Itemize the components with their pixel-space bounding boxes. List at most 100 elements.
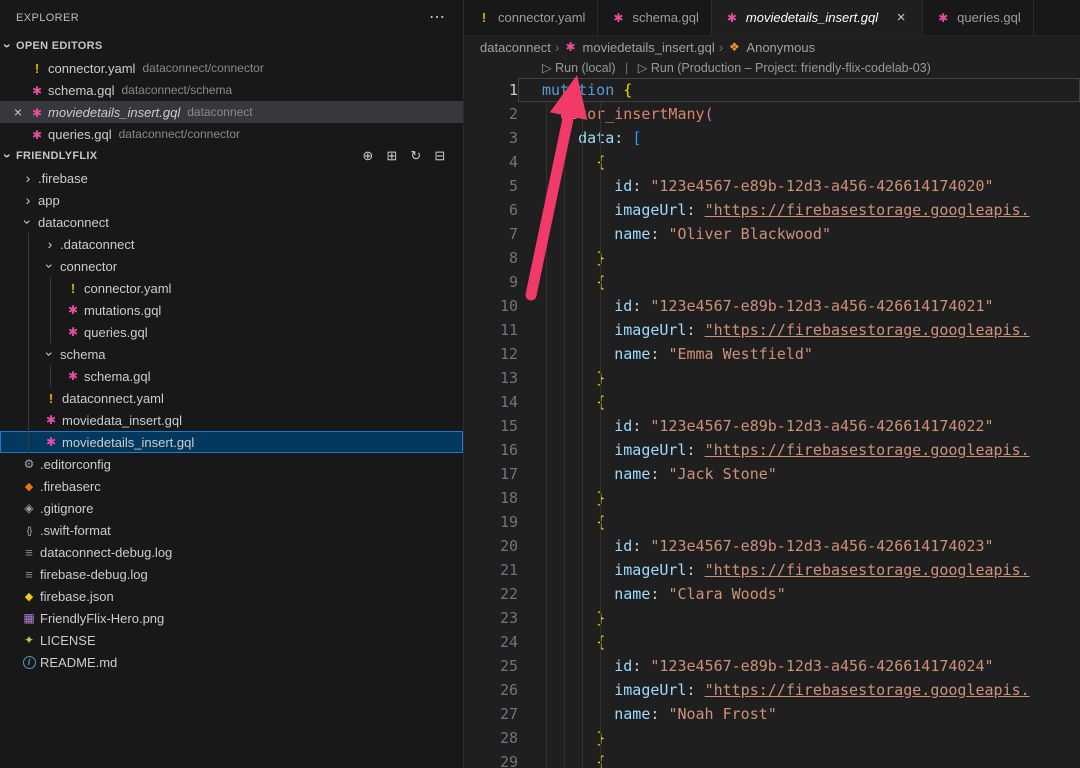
refresh-icon[interactable]: ↻ bbox=[407, 147, 425, 165]
code-line[interactable]: 14 { bbox=[464, 390, 1080, 414]
gql-icon bbox=[64, 303, 82, 317]
code-text: { bbox=[518, 630, 1080, 654]
code-line[interactable]: 5 id: "123e4567-e89b-12d3-a456-426614174… bbox=[464, 174, 1080, 198]
open-editor-item[interactable]: queries.gqldataconnect/connector bbox=[0, 123, 463, 145]
code-line[interactable]: 8 } bbox=[464, 246, 1080, 270]
code-line[interactable]: 7 name: "Oliver Blackwood" bbox=[464, 222, 1080, 246]
code-line[interactable]: 23 } bbox=[464, 606, 1080, 630]
breadcrumb-item[interactable]: moviedetails_insert.gql bbox=[564, 40, 715, 55]
line-number: 28 bbox=[464, 726, 518, 750]
chevron-down-icon bbox=[42, 346, 58, 362]
codelens-separator: | bbox=[625, 61, 628, 75]
new-folder-icon[interactable]: ⊞ bbox=[383, 147, 401, 165]
tree-item-schema[interactable]: schema bbox=[0, 343, 463, 365]
code-line[interactable]: 4 { bbox=[464, 150, 1080, 174]
breadcrumb-item[interactable]: dataconnect bbox=[480, 40, 551, 55]
tree-item-.firebaserc[interactable]: .firebaserc bbox=[0, 475, 463, 497]
tree-item-dataconnect-debug.log[interactable]: dataconnect-debug.log bbox=[0, 541, 463, 563]
tree-item-firebase-debug.log[interactable]: firebase-debug.log bbox=[0, 563, 463, 585]
code-line[interactable]: 9 { bbox=[464, 270, 1080, 294]
tree-item-connector.yaml[interactable]: connector.yaml bbox=[0, 277, 463, 299]
code-line[interactable]: 1mutation { bbox=[464, 78, 1080, 102]
braces-icon bbox=[20, 523, 38, 537]
gql-icon bbox=[935, 11, 951, 25]
open-editor-item[interactable]: connector.yamldataconnect/connector bbox=[0, 57, 463, 79]
tree-item-README.md[interactable]: README.md bbox=[0, 651, 463, 673]
line-number: 6 bbox=[464, 198, 518, 222]
code-line[interactable]: 19 { bbox=[464, 510, 1080, 534]
line-number: 3 bbox=[464, 126, 518, 150]
more-actions-icon[interactable]: ⋯ bbox=[429, 10, 445, 26]
code-line[interactable]: 15 id: "123e4567-e89b-12d3-a456-42661417… bbox=[464, 414, 1080, 438]
file-path: dataconnect/connector bbox=[119, 127, 240, 141]
run-local-link[interactable]: ▷ Run (local) bbox=[542, 61, 616, 75]
tree-item-connector[interactable]: connector bbox=[0, 255, 463, 277]
code-line[interactable]: 16 imageUrl: "https://firebasestorage.go… bbox=[464, 438, 1080, 462]
collapse-all-icon[interactable]: ⊟ bbox=[431, 147, 449, 165]
project-section-header[interactable]: FRIENDLYFLIX ⊕⊞↻⊟ bbox=[0, 145, 463, 167]
tab-connector.yaml[interactable]: connector.yaml bbox=[464, 0, 598, 35]
code-line[interactable]: 20 id: "123e4567-e89b-12d3-a456-42661417… bbox=[464, 534, 1080, 558]
tree-item-dataconnect.yaml[interactable]: dataconnect.yaml bbox=[0, 387, 463, 409]
chevron-down-icon bbox=[0, 38, 16, 54]
code-line[interactable]: 22 name: "Clara Woods" bbox=[464, 582, 1080, 606]
tree-item-moviedetails_insert.gql[interactable]: moviedetails_insert.gql bbox=[0, 431, 463, 453]
line-number: 19 bbox=[464, 510, 518, 534]
tab-schema.gql[interactable]: schema.gql bbox=[598, 0, 711, 35]
open-editor-item[interactable]: ×moviedetails_insert.gqldataconnect bbox=[0, 101, 463, 123]
line-number: 23 bbox=[464, 606, 518, 630]
editor-group: connector.yamlschema.gqlmoviedetails_ins… bbox=[464, 0, 1080, 768]
tree-item-mutations.gql[interactable]: mutations.gql bbox=[0, 299, 463, 321]
code-line[interactable]: 21 imageUrl: "https://firebasestorage.go… bbox=[464, 558, 1080, 582]
run-production-link[interactable]: ▷ Run (Production – Project: friendly-fl… bbox=[638, 61, 931, 75]
breadcrumb-item[interactable]: Anonymous bbox=[727, 40, 815, 55]
tree-item-.firebase[interactable]: .firebase bbox=[0, 167, 463, 189]
open-editors-header[interactable]: OPEN EDITORS bbox=[0, 35, 463, 57]
close-icon[interactable]: × bbox=[892, 9, 910, 27]
new-file-icon[interactable]: ⊕ bbox=[359, 147, 377, 165]
code-line[interactable]: 13 } bbox=[464, 366, 1080, 390]
code-text: } bbox=[518, 366, 1080, 390]
line-number: 1 bbox=[464, 78, 518, 102]
code-line[interactable]: 11 imageUrl: "https://firebasestorage.go… bbox=[464, 318, 1080, 342]
tree-item-moviedata_insert.gql[interactable]: moviedata_insert.gql bbox=[0, 409, 463, 431]
code-line[interactable]: 24 { bbox=[464, 630, 1080, 654]
file-label: dataconnect bbox=[38, 215, 109, 230]
tree-item-queries.gql[interactable]: queries.gql bbox=[0, 321, 463, 343]
code-line[interactable]: 25 id: "123e4567-e89b-12d3-a456-42661417… bbox=[464, 654, 1080, 678]
line-number: 27 bbox=[464, 702, 518, 726]
code-line[interactable]: 29 { bbox=[464, 750, 1080, 768]
code-line[interactable]: 28 } bbox=[464, 726, 1080, 750]
tab-queries.gql[interactable]: queries.gql bbox=[923, 0, 1034, 35]
tree-item-.dataconnect[interactable]: .dataconnect bbox=[0, 233, 463, 255]
code-line[interactable]: 27 name: "Noah Frost" bbox=[464, 702, 1080, 726]
code-line[interactable]: 17 name: "Jack Stone" bbox=[464, 462, 1080, 486]
gql-icon bbox=[28, 105, 46, 120]
code-line[interactable]: 3 data: [ bbox=[464, 126, 1080, 150]
tree-item-.editorconfig[interactable]: .editorconfig bbox=[0, 453, 463, 475]
code-text: actor_insertMany( bbox=[518, 102, 1080, 126]
file-label: README.md bbox=[40, 655, 117, 670]
tab-moviedetails_insert.gql[interactable]: moviedetails_insert.gql× bbox=[712, 0, 923, 35]
tree-item-app[interactable]: app bbox=[0, 189, 463, 211]
code-line[interactable]: 2 actor_insertMany( bbox=[464, 102, 1080, 126]
code-line[interactable]: 18 } bbox=[464, 486, 1080, 510]
explorer-title: EXPLORER bbox=[16, 12, 79, 24]
code-line[interactable]: 12 name: "Emma Westfield" bbox=[464, 342, 1080, 366]
tree-item-dataconnect[interactable]: dataconnect bbox=[0, 211, 463, 233]
tree-item-firebase.json[interactable]: firebase.json bbox=[0, 585, 463, 607]
open-editor-item[interactable]: schema.gqldataconnect/schema bbox=[0, 79, 463, 101]
tree-item-schema.gql[interactable]: schema.gql bbox=[0, 365, 463, 387]
indent-guide bbox=[564, 102, 565, 768]
tree-item-FriendlyFlix-Hero.png[interactable]: FriendlyFlix-Hero.png bbox=[0, 607, 463, 629]
tree-item-LICENSE[interactable]: LICENSE bbox=[0, 629, 463, 651]
code-line[interactable]: 26 imageUrl: "https://firebasestorage.go… bbox=[464, 678, 1080, 702]
tree-item-.gitignore[interactable]: .gitignore bbox=[0, 497, 463, 519]
close-icon[interactable]: × bbox=[8, 104, 28, 120]
code-line[interactable]: 10 id: "123e4567-e89b-12d3-a456-42661417… bbox=[464, 294, 1080, 318]
tree-item-.swift-format[interactable]: .swift-format bbox=[0, 519, 463, 541]
file-label: .dataconnect bbox=[60, 237, 134, 252]
code-text: { bbox=[518, 750, 1080, 768]
line-number: 14 bbox=[464, 390, 518, 414]
code-line[interactable]: 6 imageUrl: "https://firebasestorage.goo… bbox=[464, 198, 1080, 222]
